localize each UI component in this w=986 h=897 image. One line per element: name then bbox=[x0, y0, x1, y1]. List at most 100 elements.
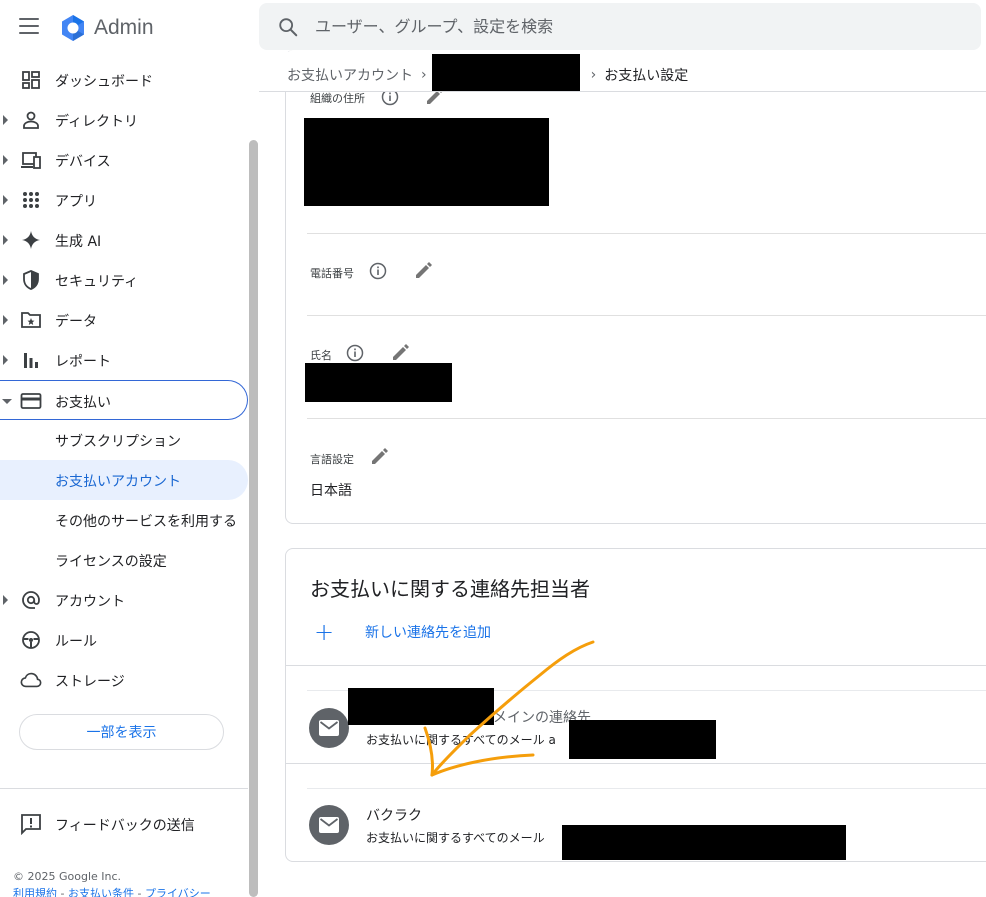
contacts-divider bbox=[307, 788, 986, 789]
language-label: 言語設定 bbox=[310, 453, 354, 466]
add-contact-button[interactable]: + 新しい連絡先を追加 bbox=[313, 620, 491, 644]
sidebar-subitem-label: お支払いアカウント bbox=[55, 474, 181, 490]
sidebar-item-label: データ bbox=[55, 314, 97, 330]
caret-down-icon[interactable] bbox=[2, 399, 12, 404]
sidebar-subitem-label: サブスクリプション bbox=[55, 434, 181, 450]
sidebar-item-reports[interactable]: レポート bbox=[0, 340, 248, 380]
sidebar-item-label: 生成 AI bbox=[55, 234, 102, 250]
show-more-button[interactable]: 一部を表示 bbox=[19, 714, 224, 750]
sidebar-item-data[interactable]: データ bbox=[0, 300, 248, 340]
copyright-text: © 2025 Google Inc. bbox=[13, 870, 122, 883]
sidebar-item-label: セキュリティ bbox=[55, 274, 139, 290]
sidebar-item-billing[interactable]: お支払い bbox=[0, 380, 248, 420]
footer-links: 利用規約 - お支払い条件 - プライバシー bbox=[13, 885, 211, 897]
language-value: 日本語 bbox=[310, 483, 352, 499]
sidebar-item-security[interactable]: セキュリティ bbox=[0, 260, 248, 300]
sidebar-divider bbox=[0, 788, 248, 789]
sidebar-item-gen-ai[interactable]: 生成 AI bbox=[0, 220, 248, 260]
cloud-icon bbox=[20, 669, 42, 691]
sidebar-item-devices[interactable]: デバイス bbox=[0, 140, 248, 180]
caret-right-icon[interactable] bbox=[3, 315, 8, 325]
sidebar-item-label: お支払い bbox=[55, 395, 111, 411]
google-admin-logo-icon bbox=[62, 15, 84, 41]
redacted-name bbox=[305, 363, 452, 402]
sparkle-icon bbox=[20, 229, 42, 251]
info-icon[interactable] bbox=[369, 262, 387, 280]
sidebar-item-label: ストレージ bbox=[55, 674, 125, 690]
search-icon[interactable] bbox=[277, 16, 299, 38]
billing-terms-link[interactable]: お支払い条件 bbox=[68, 887, 134, 897]
sidebar-item-label: デバイス bbox=[55, 154, 111, 170]
row-divider bbox=[307, 418, 986, 419]
admin-logo[interactable]: Admin bbox=[58, 13, 154, 43]
sidebar-item-apps[interactable]: アプリ bbox=[0, 180, 248, 220]
caret-right-icon[interactable] bbox=[3, 275, 8, 285]
contacts-divider bbox=[285, 763, 986, 764]
contact-avatar bbox=[309, 708, 349, 748]
sidebar-subitem-other-services[interactable]: その他のサービスを利用する bbox=[0, 500, 248, 540]
sidebar-item-directory[interactable]: ディレクトリ bbox=[0, 100, 248, 140]
search-input[interactable] bbox=[315, 17, 915, 36]
edit-pencil-icon[interactable] bbox=[369, 445, 391, 467]
caret-right-icon[interactable] bbox=[3, 595, 8, 605]
chevron-right-icon: › bbox=[421, 67, 427, 83]
sidebar-item-account[interactable]: アカウント bbox=[0, 580, 248, 620]
person-icon bbox=[20, 109, 42, 131]
feedback-icon bbox=[20, 813, 42, 839]
sidebar-subitem-billing-accounts[interactable]: お支払いアカウント bbox=[0, 460, 248, 500]
sidebar-subitem-label: ライセンスの設定 bbox=[55, 554, 167, 570]
edit-pencil-icon[interactable] bbox=[390, 341, 412, 363]
contact-name: バクラク bbox=[366, 808, 422, 824]
breadcrumb-billing-settings: お支払い設定 bbox=[604, 68, 689, 84]
info-icon[interactable] bbox=[346, 344, 364, 362]
feedback-button[interactable]: フィードバックの送信 bbox=[0, 804, 248, 844]
sidebar-item-label: ダッシュボード bbox=[55, 74, 153, 90]
sidebar-subitem-license-settings[interactable]: ライセンスの設定 bbox=[0, 540, 248, 580]
privacy-link[interactable]: プライバシー bbox=[145, 887, 211, 897]
row-divider bbox=[307, 233, 986, 234]
redacted-contact-email bbox=[562, 825, 846, 860]
shield-icon bbox=[20, 269, 42, 291]
terms-link[interactable]: 利用規約 bbox=[13, 887, 57, 897]
breadcrumb-billing-accounts[interactable]: お支払いアカウント bbox=[287, 65, 413, 85]
sidebar-nav: ダッシュボード ディレクトリ デバイス アプリ 生成 AI セキュリティ データ… bbox=[0, 60, 258, 897]
sidebar-item-rules[interactable]: ルール bbox=[0, 620, 248, 660]
edit-pencil-icon[interactable] bbox=[413, 259, 435, 281]
caret-right-icon[interactable] bbox=[3, 115, 8, 125]
bar-chart-icon bbox=[20, 349, 42, 371]
sidebar-item-label: ルール bbox=[55, 634, 97, 650]
sidebar-item-storage[interactable]: ストレージ bbox=[0, 660, 248, 700]
contacts-card-title: お支払いに関する連絡先担当者 bbox=[310, 577, 590, 601]
contact-avatar bbox=[309, 805, 349, 845]
address-label: 組織の住所 bbox=[310, 92, 365, 105]
contact-subtitle: お支払いに関するすべてのメール bbox=[366, 831, 545, 845]
redacted-contact-name bbox=[348, 688, 494, 725]
mail-icon bbox=[319, 817, 339, 833]
plus-icon: + bbox=[313, 618, 335, 646]
caret-right-icon[interactable] bbox=[3, 355, 8, 365]
feedback-label: フィードバックの送信 bbox=[55, 818, 195, 834]
sidebar-item-dashboard[interactable]: ダッシュボード bbox=[0, 60, 248, 100]
caret-right-icon[interactable] bbox=[3, 195, 8, 205]
dashboard-icon bbox=[20, 69, 42, 91]
sidebar-subitem-subscriptions[interactable]: サブスクリプション bbox=[0, 420, 248, 460]
redacted-address bbox=[304, 118, 549, 206]
sidebar-item-label: ディレクトリ bbox=[55, 114, 139, 130]
redacted-account-name bbox=[432, 54, 580, 92]
search-bar[interactable] bbox=[259, 3, 981, 50]
sidebar-scrollbar[interactable] bbox=[249, 140, 258, 897]
credit-card-icon bbox=[20, 390, 42, 412]
caret-right-icon[interactable] bbox=[3, 155, 8, 165]
mail-icon bbox=[319, 720, 339, 736]
logo-text: Admin bbox=[94, 16, 154, 39]
name-label: 氏名 bbox=[310, 349, 332, 362]
row-divider bbox=[307, 315, 986, 316]
folder-star-icon bbox=[20, 309, 42, 331]
hamburger-menu-icon[interactable] bbox=[19, 18, 39, 34]
contacts-divider bbox=[285, 665, 986, 666]
caret-right-icon[interactable] bbox=[3, 235, 8, 245]
contact-subtitle: お支払いに関するすべてのメール a bbox=[366, 733, 556, 747]
sidebar-item-label: レポート bbox=[55, 354, 111, 370]
sidebar-item-label: アプリ bbox=[55, 194, 97, 210]
sidebar-subitem-label: その他のサービスを利用する bbox=[55, 514, 237, 530]
